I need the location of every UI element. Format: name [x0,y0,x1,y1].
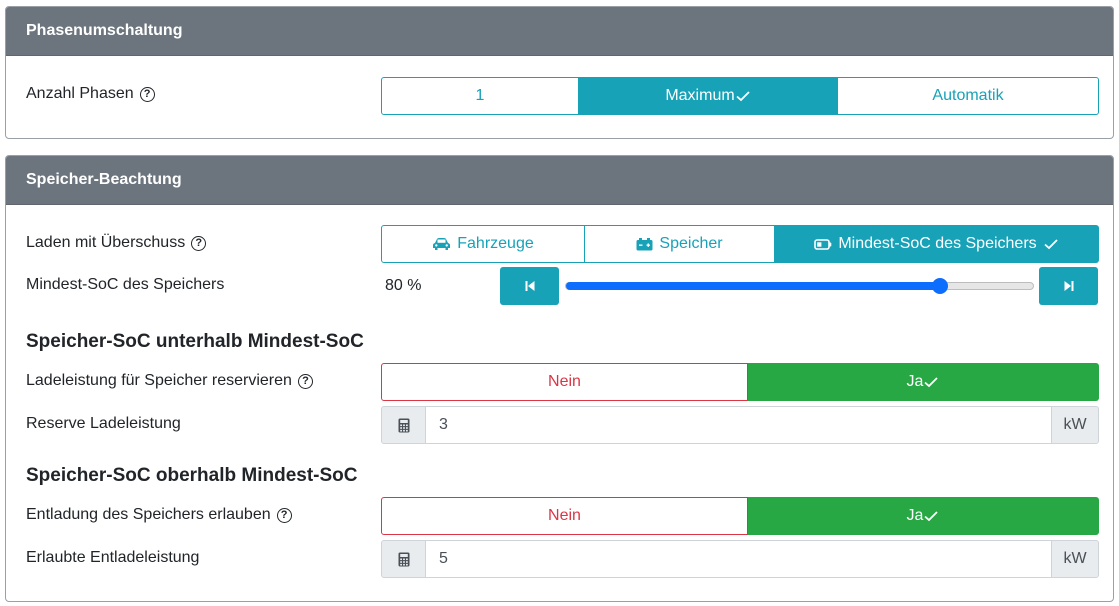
help-icon[interactable]: ? [276,507,292,523]
surplus-selector: Fahrzeuge Speicher Mindest-SoC des Speic… [381,225,1099,263]
phase-count-label-text: Anzahl Phasen [26,85,134,102]
help-icon[interactable]: ? [191,235,207,251]
calculator-icon-box [381,406,426,444]
phase-option-automatik[interactable]: Automatik [838,77,1099,115]
surplus-option-storage[interactable]: Speicher [585,225,775,263]
above-min-soc-title: Speicher-SoC oberhalb Mindest-SoC [26,465,358,486]
car-battery-icon [636,237,653,250]
discharge-power-label: Erlaubte Entladeleistung [26,549,199,567]
battery-icon [814,238,832,250]
check-icon [924,511,939,522]
help-icon[interactable]: ? [297,373,313,389]
surplus-option-min-soc[interactable]: Mindest-SoC des Speichers [775,225,1099,263]
surplus-label: Laden mit Überschuss ? [26,234,207,252]
calculator-icon [398,418,409,432]
discharge-toggle: Nein Ja [381,497,1099,535]
discharge-power-unit: kW [1051,540,1099,578]
reserve-no-button[interactable]: Nein [381,363,748,401]
slider-thumb[interactable] [931,278,948,294]
phase-option-1-label: 1 [475,87,485,104]
phase-option-automatik-label: Automatik [932,87,1004,104]
increase-button[interactable] [1039,267,1098,305]
min-soc-value: 80 % [385,277,422,294]
reserve-toggle-label: Ladeleistung für Speicher reservieren ? [26,372,313,390]
min-soc-slider[interactable] [565,278,1034,294]
discharge-power-input[interactable]: 5 [426,540,1051,578]
reserve-power-input[interactable]: 3 [426,406,1051,444]
decrease-button[interactable] [500,267,559,305]
below-min-soc-title: Speicher-SoC unterhalb Mindest-SoC [26,331,364,352]
check-icon [1044,239,1058,250]
surplus-option-vehicles-label: Fahrzeuge [457,235,534,252]
reserve-power-label: Reserve Ladeleistung [26,415,181,433]
phase-switching-card: Phasenumschaltung Anzahl Phasen ? 1 Maxi… [5,6,1114,139]
phase-switching-header: Phasenumschaltung [6,7,1113,56]
discharge-yes-button[interactable]: Ja [748,497,1099,535]
reserve-power-input-group: 3 kW [381,406,1099,444]
discharge-toggle-label-text: Entladung des Speichers erlauben [26,506,271,523]
reserve-toggle: Nein Ja [381,363,1099,401]
discharge-toggle-label: Entladung des Speichers erlauben ? [26,506,292,524]
step-backward-icon [525,281,534,291]
discharge-power-input-group: 5 kW [381,540,1099,578]
calculator-icon [398,552,409,566]
surplus-option-vehicles[interactable]: Fahrzeuge [381,225,585,263]
surplus-label-text: Laden mit Überschuss [26,234,186,251]
car-icon [433,238,451,250]
phase-option-1[interactable]: 1 [381,77,579,115]
discharge-no-label: Nein [548,507,581,524]
storage-header: Speicher-Beachtung [6,156,1113,205]
check-icon [924,377,939,388]
surplus-option-storage-label: Speicher [659,235,723,252]
reserve-yes-label: Ja [906,373,924,390]
step-forward-icon [1064,281,1073,291]
help-icon[interactable]: ? [139,86,155,102]
slider-fill [566,282,940,290]
reserve-power-unit: kW [1051,406,1099,444]
storage-card: Speicher-Beachtung Laden mit Überschuss … [5,155,1114,602]
min-soc-label: Mindest-SoC des Speichers [26,276,224,294]
reserve-no-label: Nein [548,373,581,390]
check-icon [736,91,750,102]
calculator-icon-box [381,540,426,578]
reserve-yes-button[interactable]: Ja [748,363,1099,401]
min-soc-label-text: Mindest-SoC des Speichers [26,276,225,293]
reserve-power-label-text: Reserve Ladeleistung [26,415,181,432]
phase-option-maximum-label: Maximum [665,87,735,104]
reserve-toggle-label-text: Ladeleistung für Speicher reservieren [26,372,292,389]
surplus-option-min-soc-label: Mindest-SoC des Speichers [838,235,1037,252]
phase-count-label: Anzahl Phasen ? [26,85,155,103]
discharge-yes-label: Ja [906,507,924,524]
phase-count-selector: 1 Maximum Automatik [381,77,1099,115]
phase-option-maximum[interactable]: Maximum [579,77,838,115]
discharge-power-label-text: Erlaubte Entladeleistung [26,549,200,566]
discharge-no-button[interactable]: Nein [381,497,748,535]
